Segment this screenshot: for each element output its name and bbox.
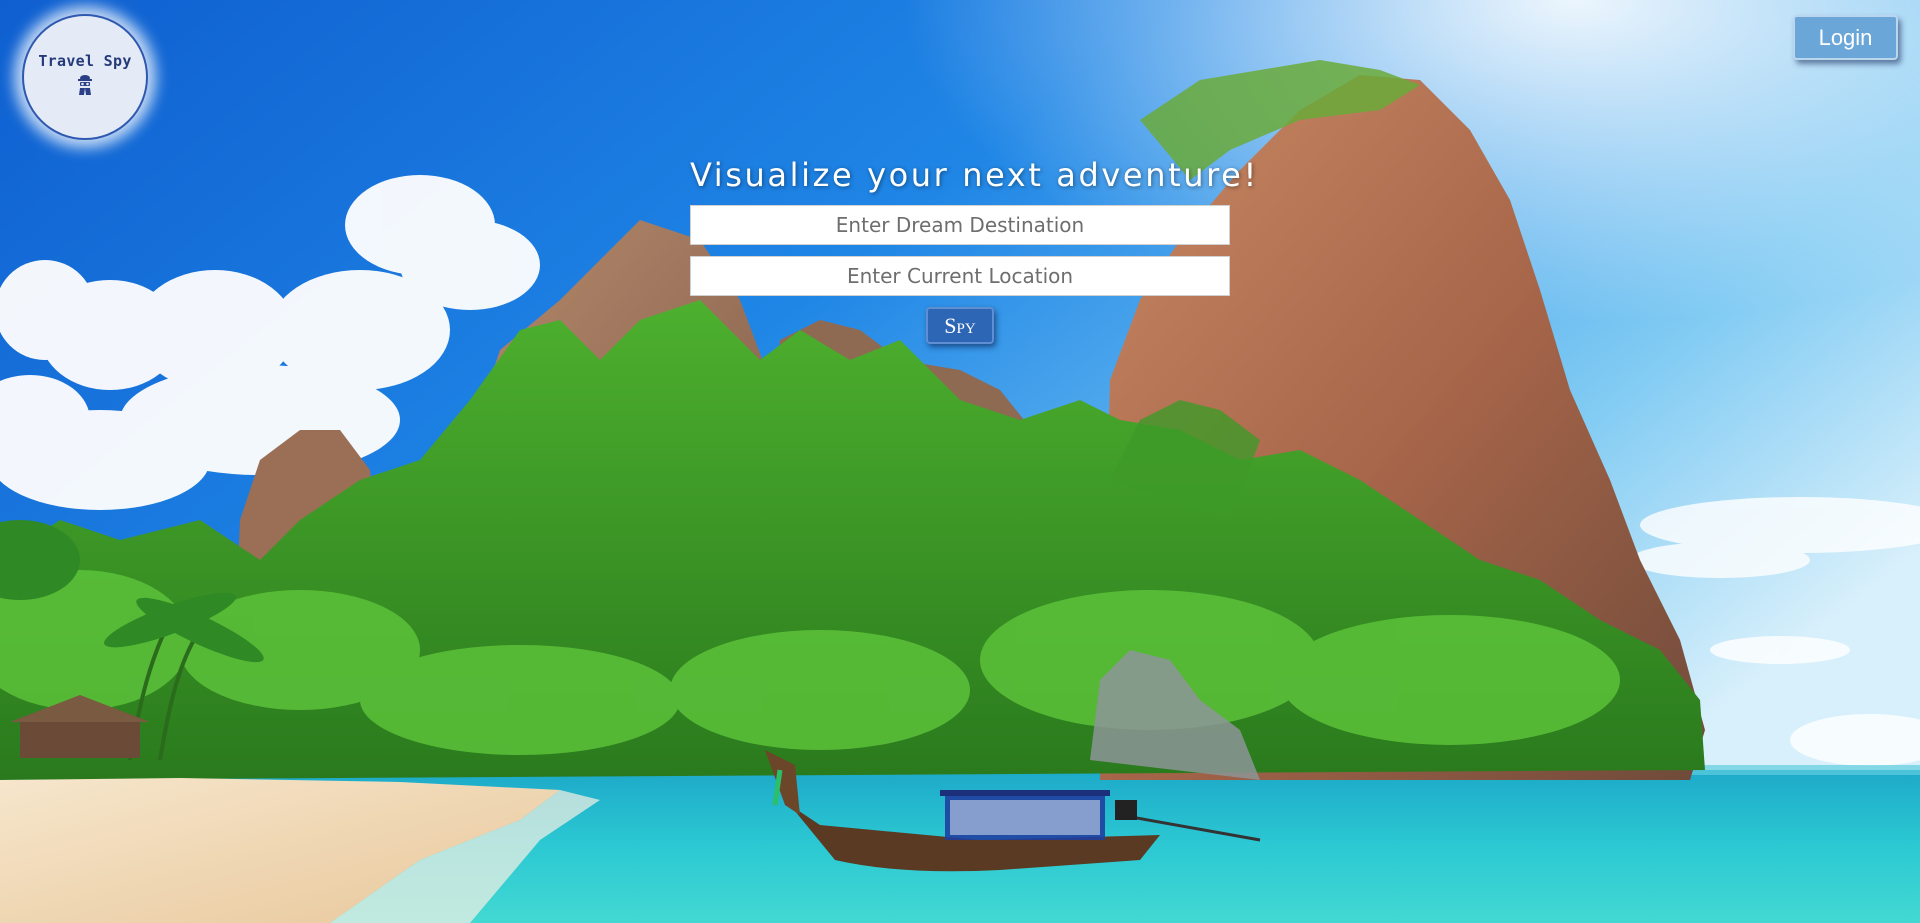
login-button[interactable]: Login [1793, 15, 1898, 60]
destination-input[interactable] [690, 205, 1230, 245]
site-logo[interactable]: Travel Spy [22, 14, 148, 140]
spy-icon [78, 75, 92, 95]
page-headline: Visualize your next adventure! [690, 156, 1259, 194]
spy-button[interactable]: Spy [926, 307, 994, 344]
current-location-input[interactable] [690, 256, 1230, 296]
landing-page: Travel Spy Login Visualize your next adv… [0, 0, 1920, 923]
search-panel: Visualize your next adventure! Spy [690, 155, 1259, 344]
logo-text: Travel Spy [38, 52, 132, 70]
background-photo [0, 0, 1920, 923]
